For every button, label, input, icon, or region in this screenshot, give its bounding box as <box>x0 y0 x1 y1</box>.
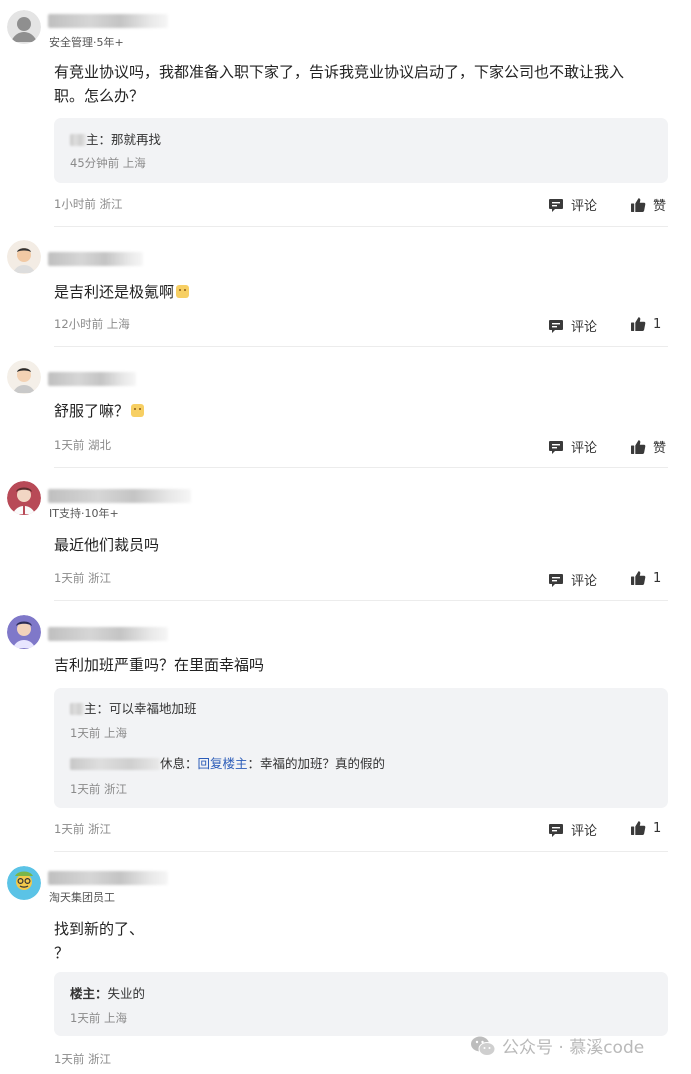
comment-meta: 1天前 浙江 <box>54 571 111 585</box>
comment-meta: 1小时前 浙江 <box>54 197 123 211</box>
like-button[interactable]: 1 <box>630 570 661 586</box>
reply-box: 主：那就再找 45分钟前 上海 <box>54 118 668 183</box>
reply-author-blurred <box>70 758 160 770</box>
divider <box>54 600 668 601</box>
comment-button[interactable]: 评论 <box>548 437 597 456</box>
reply-box: 楼主：失业的 1天前 上海 <box>54 972 668 1036</box>
comment-bubble-icon <box>549 823 563 837</box>
author-name-blurred[interactable] <box>48 627 168 641</box>
comment-button[interactable]: 评论 <box>548 316 597 335</box>
comment-label: 评论 <box>571 199 598 214</box>
thumbs-up-icon <box>631 439 646 454</box>
comment-line: 是吉利还是极氪啊 <box>54 283 175 301</box>
avatar[interactable] <box>7 615 41 649</box>
comment-meta: 1天前 浙江 <box>54 1052 111 1066</box>
divider <box>54 346 668 347</box>
author-name-blurred[interactable] <box>48 489 191 503</box>
comment-bubble-icon <box>549 319 563 333</box>
reply-author: 休息： <box>160 756 198 771</box>
thumbs-up-icon <box>631 197 646 212</box>
like-button[interactable]: 赞 <box>630 437 666 456</box>
comment-button[interactable]: 评论 <box>548 570 597 589</box>
comment-line: 找到新的了、 <box>54 920 145 938</box>
comment-button[interactable]: 评论 <box>548 195 597 214</box>
reply-to-link[interactable]: 回复楼主 <box>198 756 248 771</box>
comment-bubble-icon <box>549 198 563 212</box>
comment-meta: 1天前 浙江 <box>54 822 111 836</box>
divider <box>54 851 668 852</box>
comment-text: 找到新的了、 ？ <box>54 917 674 965</box>
wechat-logo-icon <box>471 1036 496 1056</box>
reply-item[interactable]: 主：可以幸福地加班 <box>70 698 197 717</box>
reply-meta: 1天前 上海 <box>70 1011 127 1025</box>
reply-item[interactable]: 休息：回复楼主：幸福的加班？真的假的 <box>70 753 385 772</box>
like-count: 1 <box>653 316 662 332</box>
reply-box: 主：可以幸福地加班 1天前 上海 休息：回复楼主：幸福的加班？真的假的 1天前 … <box>54 688 668 808</box>
reply-author: 主： <box>84 701 110 716</box>
reply-meta: 45分钟前 上海 <box>70 156 146 170</box>
author-tag: IT支持·10年+ <box>49 507 119 520</box>
comment-label: 评论 <box>571 441 598 456</box>
comment-line: 吉利加班严重吗？在里面幸福吗 <box>54 656 265 674</box>
avatar[interactable] <box>7 240 41 274</box>
like-count: 赞 <box>653 199 667 214</box>
author-name-blurred[interactable] <box>48 252 143 266</box>
reply-item[interactable]: 主：那就再找 <box>70 129 161 148</box>
comment-button[interactable]: 评论 <box>548 820 597 839</box>
thumbs-up-icon <box>631 821 646 835</box>
avatar[interactable] <box>7 360 41 394</box>
like-count: 1 <box>653 570 662 586</box>
comment-text: 是吉利还是极氪啊 <box>54 280 674 304</box>
comment-line: 舒服了嘛？ <box>54 402 130 420</box>
reply-author-blurred <box>70 134 86 146</box>
like-count: 1 <box>653 820 662 836</box>
laughing-emoji-icon <box>131 404 145 417</box>
watermark-text: 公众号 · 慕溪code <box>502 1038 645 1058</box>
author-name-blurred[interactable] <box>48 372 136 386</box>
author-name-blurred[interactable] <box>48 14 168 28</box>
reply-text: 可以幸福地加班 <box>109 701 197 716</box>
comment-line: 职。怎么办？ <box>54 87 145 105</box>
avatar[interactable] <box>7 481 41 515</box>
laughing-emoji-icon <box>176 285 190 298</box>
reply-meta: 1天前 上海 <box>70 726 127 740</box>
avatar[interactable] <box>7 10 41 44</box>
comment-text: 吉利加班严重吗？在里面幸福吗 <box>54 653 674 677</box>
comment-line: 有竞业协议吗，我都准备入职下家了，告诉我竞业协议启动了，下家公司也不敢让我入 <box>54 63 625 81</box>
author-name-blurred[interactable] <box>48 871 168 885</box>
comment-label: 评论 <box>571 320 598 335</box>
comment-line: ？ <box>54 944 70 962</box>
reply-meta: 1天前 浙江 <box>70 782 127 796</box>
comment-meta: 12小时前 上海 <box>54 317 130 331</box>
reply-author: 楼主： <box>70 986 108 1001</box>
author-tag: 淘天集团员工 <box>49 891 115 904</box>
like-button[interactable]: 1 <box>630 316 661 332</box>
reply-item[interactable]: 楼主：失业的 <box>70 983 145 1002</box>
like-button[interactable]: 1 <box>630 820 661 836</box>
comment-label: 评论 <box>571 574 598 589</box>
reply-text: ：幸福的加班？真的假的 <box>247 756 386 771</box>
comment-text: 舒服了嘛？ <box>54 399 674 423</box>
thumbs-up-icon <box>631 571 646 585</box>
reply-author-blurred <box>70 703 84 715</box>
comment-bubble-icon <box>549 573 563 587</box>
divider <box>54 226 668 227</box>
comment-label: 评论 <box>571 824 598 839</box>
reply-author: 主： <box>86 132 112 147</box>
author-tag: 安全管理·5年+ <box>49 36 124 49</box>
thumbs-up-icon <box>631 317 646 331</box>
reply-text: 那就再找 <box>111 132 162 147</box>
comment-text: 有竞业协议吗，我都准备入职下家了，告诉我竞业协议启动了，下家公司也不敢让我入 职… <box>54 60 674 108</box>
like-count: 赞 <box>653 441 667 456</box>
comment-text: 最近他们裁员吗 <box>54 533 674 557</box>
like-button[interactable]: 赞 <box>630 195 666 214</box>
avatar[interactable] <box>7 866 41 900</box>
comment-meta: 1天前 湖北 <box>54 438 111 452</box>
comment-line: 最近他们裁员吗 <box>54 536 160 554</box>
watermark: 公众号 · 慕溪code <box>470 1033 644 1058</box>
comment-bubble-icon <box>549 440 563 454</box>
reply-text: 失业的 <box>107 986 146 1001</box>
divider <box>54 467 668 468</box>
